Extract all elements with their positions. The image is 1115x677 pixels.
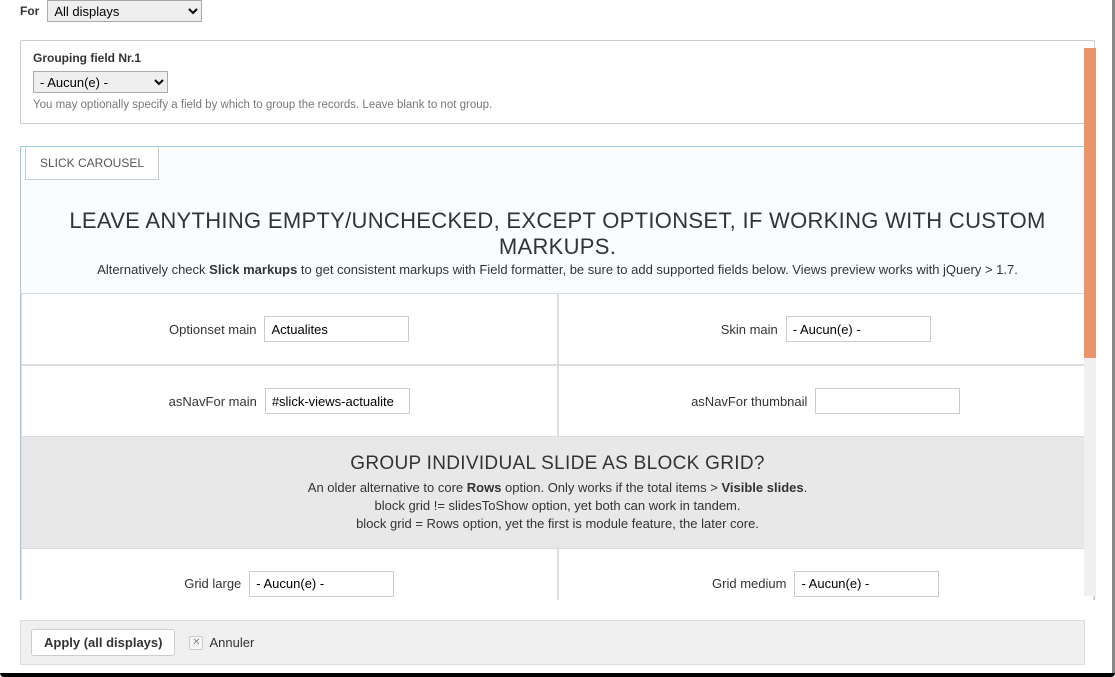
cell-skin-main: Skin main	[558, 293, 1095, 365]
scrollbar-track[interactable]	[1084, 48, 1096, 596]
scrollbar-thumb[interactable]	[1084, 48, 1096, 358]
grouping-fieldset: Grouping field Nr.1 - Aucun(e) - You may…	[20, 40, 1095, 124]
tab-slick-carousel[interactable]: SLICK CAROUSEL	[25, 147, 159, 180]
input-skin-main[interactable]	[786, 316, 931, 342]
grid-note-body: An older alternative to core Rows option…	[32, 479, 1083, 534]
cancel-button[interactable]: ✕ Annuler	[189, 635, 254, 650]
label-grid-medium: Grid medium	[712, 576, 786, 591]
label-grid-large: Grid large	[184, 576, 241, 591]
grouping-select[interactable]: - Aucun(e) -	[33, 71, 168, 93]
slick-carousel-panel: SLICK CAROUSEL LEAVE ANYTHING EMPTY/UNCH…	[20, 146, 1095, 600]
window-bottom-edge	[0, 673, 1115, 677]
cell-grid-large: Grid large	[21, 548, 558, 600]
apply-button[interactable]: Apply (all displays)	[31, 629, 175, 656]
label-skin-main: Skin main	[721, 322, 778, 337]
input-asnavfor-main[interactable]	[265, 388, 410, 414]
cell-optionset-main: Optionset main	[21, 293, 558, 365]
input-optionset-main[interactable]	[264, 316, 409, 342]
close-icon: ✕	[189, 636, 203, 650]
options-grid: Optionset main Skin main asNavFor main a…	[21, 293, 1094, 437]
cancel-label: Annuler	[209, 635, 254, 650]
grid-note-title: GROUP INDIVIDUAL SLIDE AS BLOCK GRID?	[32, 453, 1083, 475]
slick-heading: LEAVE ANYTHING EMPTY/UNCHECKED, EXCEPT O…	[21, 180, 1094, 262]
input-asnavfor-thumb[interactable]	[815, 388, 960, 414]
input-grid-large[interactable]	[249, 571, 394, 597]
grouping-title: Grouping field Nr.1	[33, 51, 1082, 65]
input-grid-medium[interactable]	[794, 571, 939, 597]
slick-subheading: Alternatively check Slick markups to get…	[21, 262, 1094, 293]
for-select[interactable]: All displays	[47, 0, 202, 22]
for-row: For All displays	[20, 0, 1095, 40]
label-asnavfor-main: asNavFor main	[169, 394, 257, 409]
cell-asnavfor-main: asNavFor main	[21, 365, 558, 437]
grid-options-grid: Grid large Grid medium	[21, 548, 1094, 600]
label-optionset-main: Optionset main	[169, 322, 256, 337]
footer-actions: Apply (all displays) ✕ Annuler	[20, 620, 1085, 665]
cell-grid-medium: Grid medium	[558, 548, 1095, 600]
label-asnavfor-thumb: asNavFor thumbnail	[691, 394, 807, 409]
cell-asnavfor-thumb: asNavFor thumbnail	[558, 365, 1095, 437]
for-label: For	[20, 4, 39, 18]
grid-note: GROUP INDIVIDUAL SLIDE AS BLOCK GRID? An…	[21, 437, 1094, 548]
grouping-help: You may optionally specify a field by wh…	[33, 99, 1082, 111]
